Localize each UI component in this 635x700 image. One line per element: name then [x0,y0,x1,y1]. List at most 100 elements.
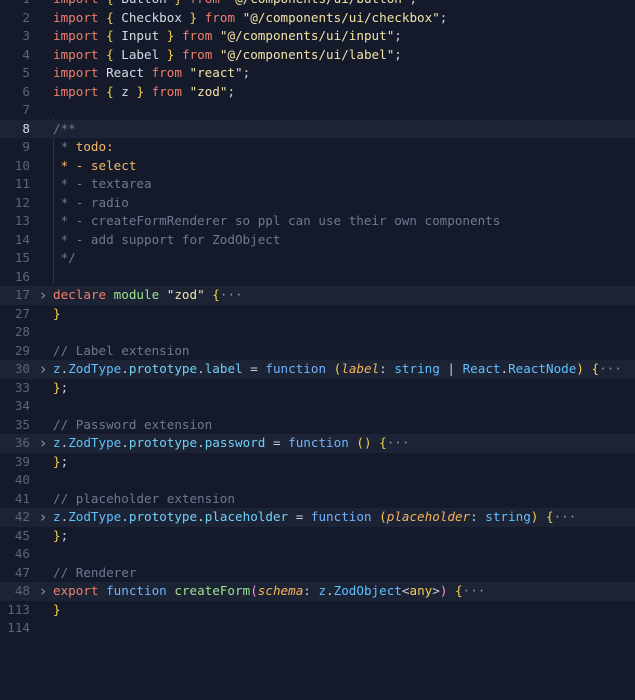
line-number: 15 [14,250,30,265]
code-line[interactable]: 9 * todo: [0,138,635,157]
code-line[interactable]: 16 [0,268,635,287]
line-number: 8 [22,120,30,136]
line-number: 35 [14,416,30,432]
line-number: 4 [22,46,30,62]
code-line[interactable]: 42 › z.ZodType.prototype.placeholder = fun… [0,508,635,527]
code-text: export function createForm(schema: z.Zod… [53,583,486,598]
line-number: 5 [22,65,30,80]
chevron-right-icon[interactable]: › [38,582,48,601]
line-number: 7 [22,102,30,117]
code-line[interactable]: 11 * - textarea [0,175,635,194]
code-editor[interactable]: 1 import { Button } from "@/components/ui… [0,0,635,700]
line-number: 45 [14,527,30,543]
folded-ellipsis[interactable]: ··· [387,435,410,450]
code-text: * - radio [53,194,129,210]
code-line[interactable]: 5 import React from "react"; [0,64,635,83]
code-line[interactable]: 34 [0,397,635,416]
code-text: /** [53,120,76,136]
code-text: }; [53,453,69,469]
code-line[interactable]: 33}; [0,379,635,398]
code-text: import { Input } from "@/components/ui/i… [53,28,402,43]
code-text: // Password extension [53,416,213,432]
code-line[interactable]: 12 * - radio [0,194,635,213]
code-line[interactable]: 27} [0,305,635,324]
folded-ellipsis[interactable]: ··· [463,583,486,598]
line-number: 28 [14,324,30,339]
code-line[interactable]: 1 import { Button } from "@/components/ui… [0,0,635,9]
line-number: 3 [22,28,30,43]
line-number: 16 [14,268,30,284]
code-line[interactable]: 7 [0,101,635,120]
folded-ellipsis[interactable]: ··· [220,287,243,302]
chevron-right-icon[interactable]: › [38,434,48,453]
code-text: z.ZodType.prototype.password = function … [53,435,410,450]
code-line[interactable]: 4 import { Label } from "@/components/ui/… [0,46,635,65]
code-text: import { Checkbox } from "@/components/u… [53,9,448,25]
line-number: 11 [14,176,30,191]
code-text: * - createFormRenderer so ppl can use th… [53,213,501,228]
code-line[interactable]: 8 /** [0,119,635,138]
line-number: 13 [14,213,30,228]
code-line[interactable]: 6 import { z } from "zod"; [0,83,635,102]
line-number: 40 [14,472,30,487]
line-number: 47 [14,564,30,580]
code-text: */ [53,250,76,265]
line-number: 2 [22,9,30,25]
code-text: // placeholder extension [53,490,235,506]
line-number: 33 [14,379,30,395]
code-text: * - textarea [53,176,152,191]
line-number: 29 [14,342,30,358]
code-text: import React from "react"; [53,65,251,80]
code-line[interactable]: 47 // Renderer [0,564,635,583]
code-text: }; [53,527,69,543]
code-line[interactable]: 28 [0,323,635,342]
code-line[interactable]: 40 [0,471,635,490]
code-text: z.ZodType.prototype.placeholder = functi… [53,509,577,524]
code-text: } [53,601,61,617]
code-text: declare module "zod" {··· [53,287,243,302]
chevron-right-icon[interactable]: › [38,286,48,305]
code-text: }; [53,379,69,395]
line-number: 30 [14,361,30,376]
line-number: 42 [14,509,30,524]
code-text: import { z } from "zod"; [53,83,236,99]
code-text: import { Button } from "@/components/ui/… [53,0,417,9]
code-line[interactable]: 29 // Label extension [0,342,635,361]
code-line[interactable]: 113} [0,601,635,620]
code-line[interactable]: 39}; [0,453,635,472]
line-number: 10 [14,157,30,173]
code-line[interactable]: 17 › declare module "zod" {··· [0,286,635,305]
code-text: * - add support for ZodObject [53,231,281,247]
code-line[interactable]: 48 › export function createForm(schema: z.… [0,582,635,601]
code-line[interactable]: 35 // Password extension [0,416,635,435]
line-number: 12 [14,194,30,210]
line-number: 1 [0,0,30,9]
code-line[interactable]: 2 import { Checkbox } from "@/components/… [0,9,635,28]
code-line[interactable]: 15 */ [0,249,635,268]
code-line[interactable]: 114 [0,619,635,638]
code-line[interactable]: 36 › z.ZodType.prototype.password = functi… [0,434,635,453]
chevron-right-icon[interactable]: › [38,360,48,379]
folded-ellipsis[interactable]: ··· [599,361,622,376]
code-line[interactable]: 3 import { Input } from "@/components/ui/… [0,27,635,46]
line-number: 34 [14,398,30,413]
code-text: } [53,305,61,321]
line-number: 14 [14,231,30,247]
code-line[interactable]: 41 // placeholder extension [0,490,635,509]
chevron-right-icon[interactable]: › [38,508,48,527]
code-text: * todo: [53,139,114,154]
code-text: z.ZodType.prototype.label = function (la… [53,361,622,376]
code-text: import { Label } from "@/components/ui/l… [53,46,402,62]
code-text: // Renderer [53,564,137,580]
code-line[interactable]: 10 * - select [0,157,635,176]
code-line[interactable]: 30 › z.ZodType.prototype.label = function … [0,360,635,379]
line-number: 114 [7,620,30,635]
folded-ellipsis[interactable]: ··· [554,509,577,524]
code-line[interactable]: 14 * - add support for ZodObject [0,231,635,250]
code-line[interactable]: 13 * - createFormRenderer so ppl can use… [0,212,635,231]
code-line[interactable]: 45}; [0,527,635,546]
code-line[interactable]: 46 [0,545,635,564]
line-number: 27 [14,305,30,321]
line-number: 46 [14,546,30,561]
code-text: // Label extension [53,342,190,358]
